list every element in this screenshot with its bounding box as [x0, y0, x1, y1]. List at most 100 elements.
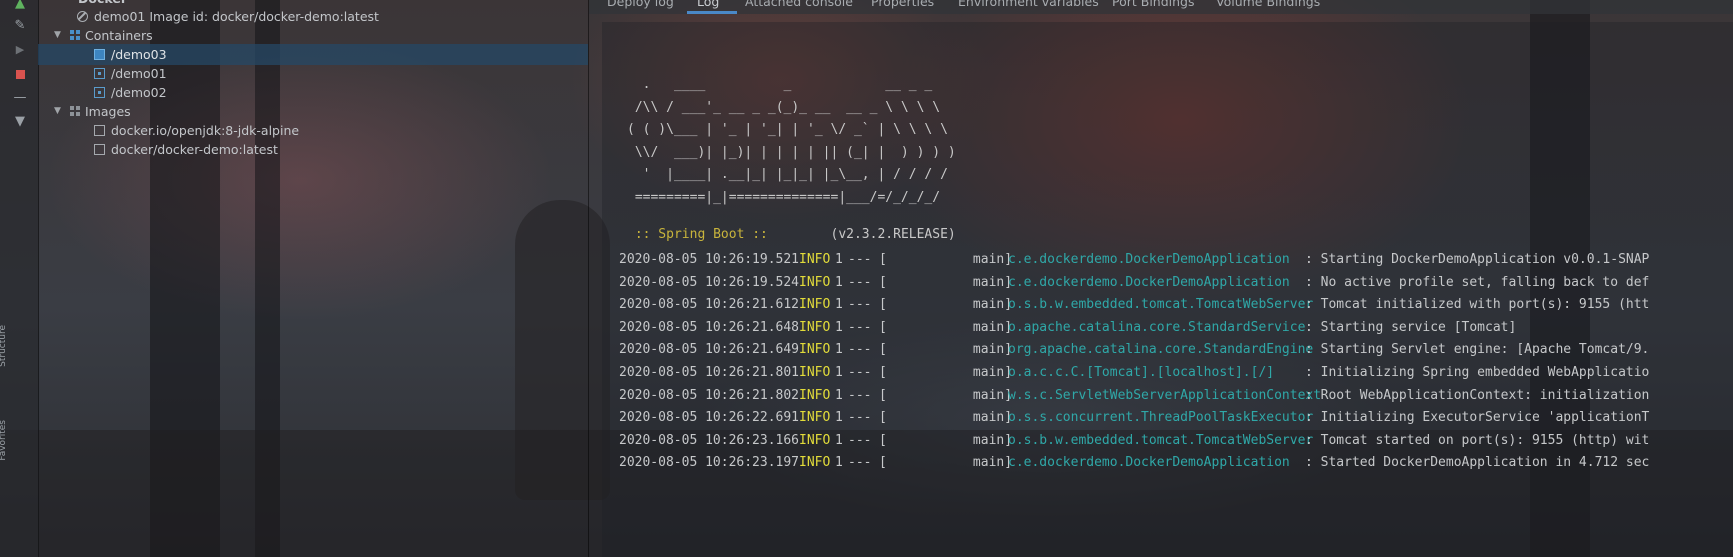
log-message: : Tomcat initialized with port(s): 9155 …	[1305, 297, 1650, 313]
tree-item-container-demo02[interactable]: /demo02	[38, 82, 588, 103]
log-message: : No active profile set, falling back to…	[1305, 274, 1650, 290]
log-timestamp: 2020-08-05 10:26:23.197	[619, 455, 800, 471]
banner-line: \\/ ___)| |_)| | | | | || (_| | ) ) ) )	[627, 144, 956, 160]
docker-tree: Docker demo01 Image id: docker/docker-de…	[38, 0, 588, 557]
containers-icon	[70, 30, 81, 41]
log-thread: [ main]	[879, 342, 1013, 358]
chevron-down-icon[interactable]: ▼	[54, 101, 61, 122]
log-thread: [ main]	[879, 319, 1013, 335]
blocked-icon	[77, 11, 88, 22]
tab-attached-console[interactable]: Attached console	[745, 0, 853, 9]
log-thread: [ main]	[879, 432, 1013, 448]
log-logger: org.apache.catalina.core.StandardEngine	[1008, 342, 1314, 358]
log-level: INFO	[799, 319, 831, 335]
log-message: : Started DockerDemoApplication in 4.712…	[1305, 455, 1650, 471]
images-icon	[70, 106, 81, 117]
banner-line: /\\ / ___'_ __ _ _(_)_ __ __ _ \ \ \ \	[627, 99, 941, 115]
side-tab-structure[interactable]: Structure	[0, 325, 10, 367]
log-logger: w.s.c.ServletWebServerApplicationContext	[1008, 387, 1322, 403]
tree-label: /demo02	[111, 85, 167, 100]
tab-properties[interactable]: Properties	[871, 0, 934, 9]
container-icon	[94, 87, 105, 98]
log-pid: 1	[835, 342, 843, 358]
log-thread: [ main]	[879, 410, 1013, 426]
log-timestamp: 2020-08-05 10:26:23.166	[619, 432, 800, 448]
tree-item-containers[interactable]: ▼ Containers	[38, 25, 588, 46]
banner-line: =========|_|==============|___/=/_/_/_/	[627, 189, 941, 205]
tab-environment-variables[interactable]: Environment variables	[958, 0, 1099, 9]
chevron-down-icon[interactable]: ▼	[54, 25, 61, 46]
image-icon	[94, 125, 105, 136]
log-level: INFO	[799, 455, 831, 471]
log-pid: 1	[835, 274, 843, 290]
log-thread: [ main]	[879, 274, 1013, 290]
banner-line: ' |____| .__|_| |_|_| |_\__, | / / / /	[627, 167, 948, 182]
deploy-icon[interactable]: ▲	[12, 0, 28, 12]
log-logger: c.e.dockerdemo.DockerDemoApplication	[1008, 455, 1290, 471]
log-logger: o.s.b.w.embedded.tomcat.TomcatWebServer	[1008, 432, 1314, 448]
tree-item-container-info[interactable]: demo01 Image id: docker/docker-demo:late…	[38, 6, 588, 27]
log-pid: 1	[835, 252, 843, 267]
log-separator: ---	[848, 455, 872, 471]
log-separator: ---	[848, 319, 872, 335]
tree-item-images[interactable]: ▼ Images	[38, 101, 588, 122]
log-timestamp: 2020-08-05 10:26:21.649	[619, 342, 800, 358]
run-icon[interactable]: ▶	[12, 42, 28, 58]
log-separator: ---	[848, 274, 872, 290]
tree-label: docker/docker-demo:latest	[111, 142, 278, 157]
log-level: INFO	[799, 274, 831, 290]
tree-item-container-demo01[interactable]: /demo01	[38, 63, 588, 84]
log-pid: 1	[835, 297, 843, 313]
log-message: : Starting Servlet engine: [Apache Tomca…	[1305, 342, 1650, 358]
container-icon	[94, 68, 105, 79]
log-message: : Starting service [Tomcat]	[1305, 319, 1517, 335]
log-level: INFO	[799, 365, 831, 380]
tree-item-image-openjdk[interactable]: docker.io/openjdk:8-jdk-alpine	[38, 120, 588, 141]
spring-banner: . ____ _ __ _ _ /\\ / ___'_ __ _ _(_)_ _…	[627, 74, 956, 209]
log-message: : Initializing ExecutorService 'applicat…	[1305, 410, 1650, 426]
spring-boot-version-line: :: Spring Boot :: (v2.3.2.RELEASE)	[627, 227, 956, 242]
tree-item-image-docker-demo[interactable]: docker/docker-demo:latest	[38, 139, 588, 160]
panel-divider[interactable]	[588, 0, 589, 557]
log-pid: 1	[835, 387, 843, 403]
log-logger: o.a.c.c.C.[Tomcat].[localhost].[/]	[1008, 365, 1275, 380]
log-level: INFO	[799, 342, 831, 358]
stop-icon[interactable]	[12, 67, 28, 83]
collapse-icon[interactable]: —	[12, 90, 28, 106]
edit-icon[interactable]: ✎	[12, 18, 28, 34]
tab-volume-bindings[interactable]: Volume Bindings	[1216, 0, 1320, 9]
log-thread: [ main]	[879, 365, 1013, 380]
spring-boot-version: (v2.3.2.RELEASE)	[775, 227, 956, 242]
tab-deploy-log[interactable]: Deploy log	[607, 0, 674, 9]
banner-line: . ____ _ __ _ _	[627, 77, 933, 92]
log-timestamp: 2020-08-05 10:26:21.612	[619, 297, 800, 313]
log-timestamp: 2020-08-05 10:26:21.801	[619, 365, 800, 380]
docker-toolbar: ▲ ✎ ▶ — ▼ Structure Favorites	[0, 0, 39, 557]
tree-item-container-demo03[interactable]: /demo03	[38, 44, 588, 65]
tree-label: /demo01	[111, 66, 167, 81]
log-message: : Initializing Spring embedded WebApplic…	[1305, 365, 1650, 380]
log-separator: ---	[848, 365, 872, 380]
image-icon	[94, 144, 105, 155]
log-console[interactable]: . ____ _ __ _ _ /\\ / ___'_ __ _ _(_)_ _…	[602, 22, 1733, 557]
log-timestamp: 2020-08-05 10:26:22.691	[619, 410, 800, 426]
log-level: INFO	[799, 297, 831, 313]
log-timestamp: 2020-08-05 10:26:21.802	[619, 387, 800, 403]
banner-line: ( ( )\___ | '_ | '_| | '_ \/ _` | \ \ \ …	[627, 122, 948, 137]
log-pid: 1	[835, 410, 843, 426]
running-container-icon	[94, 49, 105, 60]
log-logger: c.e.dockerdemo.DockerDemoApplication	[1008, 274, 1290, 290]
side-tab-favorites[interactable]: Favorites	[0, 420, 10, 461]
tree-label: docker.io/openjdk:8-jdk-alpine	[111, 123, 300, 138]
filter-icon[interactable]: ▼	[12, 114, 28, 130]
log-level: INFO	[799, 387, 831, 403]
detail-tabs: Deploy log Log Attached console Properti…	[589, 0, 1733, 14]
log-pid: 1	[835, 455, 843, 471]
tab-log[interactable]: Log	[697, 0, 719, 9]
log-pid: 1	[835, 319, 843, 335]
log-message: : Root WebApplicationContext: initializa…	[1305, 387, 1650, 403]
spring-boot-label: :: Spring Boot ::	[627, 227, 776, 242]
log-logger: o.s.s.concurrent.ThreadPoolTaskExecutor	[1008, 410, 1314, 426]
log-level: INFO	[799, 410, 831, 426]
tab-port-bindings[interactable]: Port Bindings	[1112, 0, 1195, 9]
